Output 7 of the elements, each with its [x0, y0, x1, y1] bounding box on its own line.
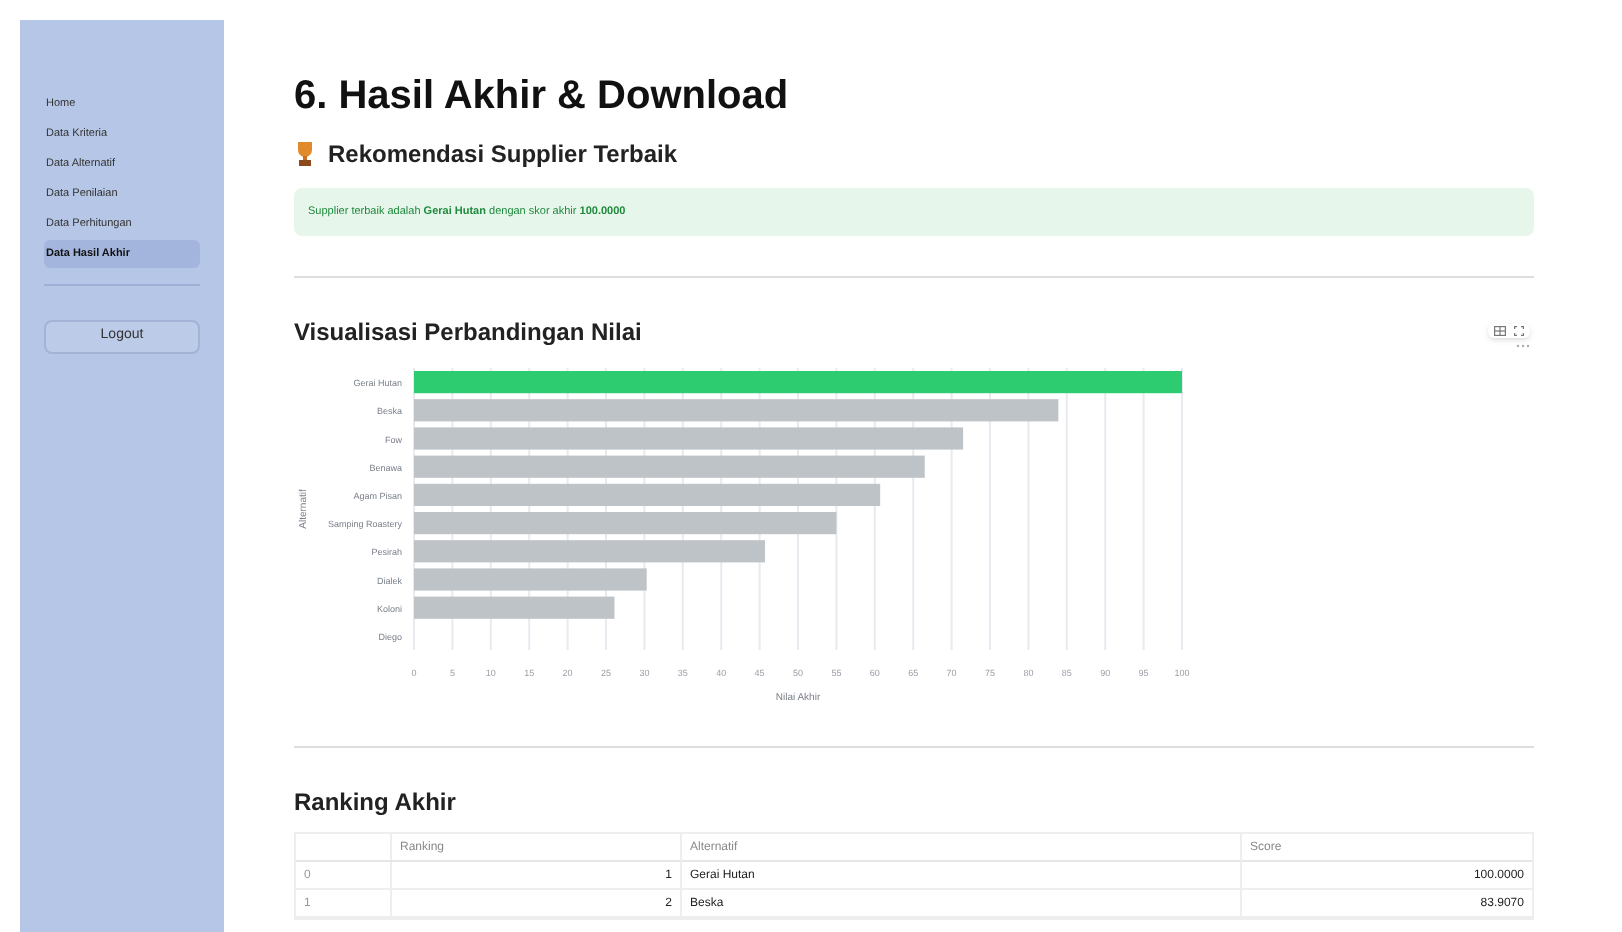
section-heading: Ranking Akhir — [294, 786, 458, 820]
table-icon[interactable] — [1494, 326, 1506, 336]
page-title: 6. Hasil Akhir & Download — [294, 72, 791, 120]
section-heading: Visualisasi Perbandingan Nilai — [294, 316, 642, 350]
trophy-icon — [294, 142, 316, 166]
section-heading: Rekomendasi Supplier Terbaik — [328, 138, 677, 172]
fullscreen-icon[interactable] — [1514, 326, 1524, 336]
